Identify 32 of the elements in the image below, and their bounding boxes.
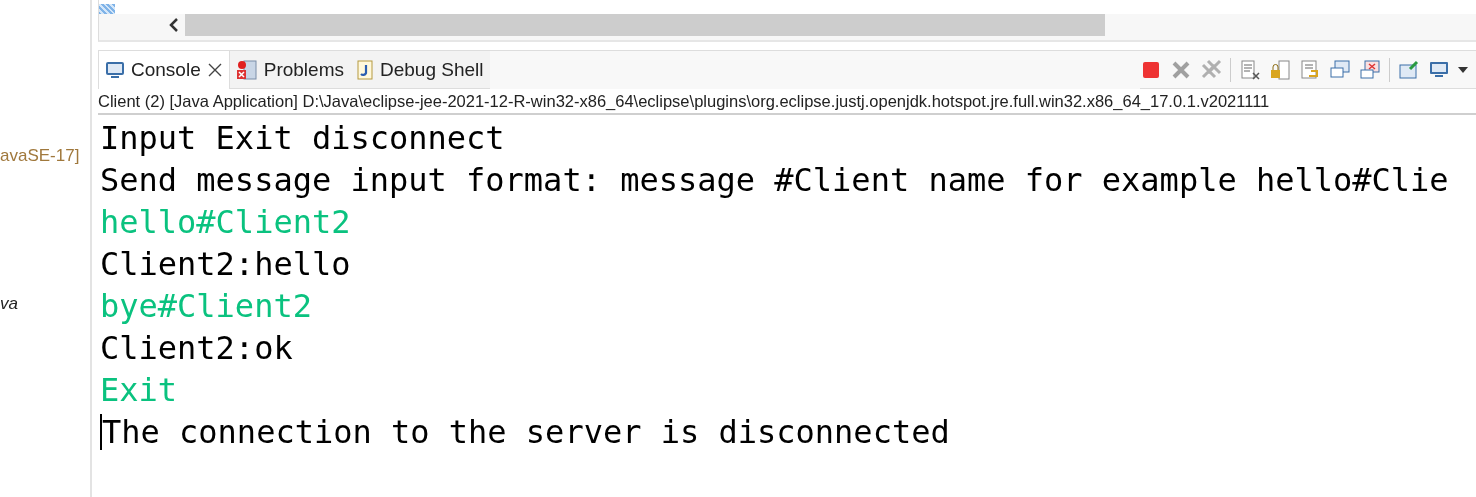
console-out-icon[interactable]: [1329, 58, 1351, 81]
tab-label: Problems: [263, 58, 344, 81]
scroll-left-icon[interactable]: [169, 18, 179, 32]
console-err-icon[interactable]: [1359, 58, 1381, 81]
console-line: Client2:hello: [100, 244, 351, 285]
console-line: Send message input format: message #Client name for example hello#Clie: [100, 160, 1449, 201]
pin-icon[interactable]: [1398, 58, 1420, 81]
tree-item[interactable]: avaSE-17]: [0, 146, 80, 166]
view-tab[interactable]: Console: [99, 51, 230, 89]
console-line: Exit: [100, 370, 178, 411]
dropdown-icon[interactable]: [1458, 65, 1468, 74]
close-icon[interactable]: [206, 62, 223, 78]
console-line: The connection to the server is disconnected: [102, 412, 950, 453]
remove-all-icon[interactable]: [1200, 58, 1222, 81]
problems-icon: [235, 58, 258, 81]
console-line: Input Exit disconnect: [100, 118, 505, 159]
tab-label: Console: [131, 59, 201, 81]
shell-icon: [355, 58, 374, 81]
console-line: bye#Client2: [100, 286, 312, 327]
scroll-lock-icon[interactable]: [1269, 58, 1291, 81]
tree-item[interactable]: va: [0, 294, 18, 314]
process-description: Client (2) [Java Application] D:\Java\eclipse-jee-2021-12-R-win32-x86_64\eclipse\plugins\org.eclipse.justj.openjdk.hotspot.jre.full.win32.x86_64_17.0.1.v2021111: [98, 89, 1476, 115]
monitor-icon: [105, 60, 125, 80]
tab-label: Debug Shell: [379, 58, 484, 81]
clear-icon[interactable]: [1239, 58, 1261, 81]
word-wrap-icon[interactable]: [1299, 58, 1321, 81]
console-line: hello#Client2: [100, 202, 351, 243]
scrollbar-thumb[interactable]: [185, 14, 1105, 36]
marker-icon: [99, 4, 115, 14]
view-tab[interactable]: Problems: [229, 51, 350, 89]
view-tab[interactable]: Debug Shell: [349, 51, 490, 89]
console-line: Client2:ok: [100, 328, 293, 369]
